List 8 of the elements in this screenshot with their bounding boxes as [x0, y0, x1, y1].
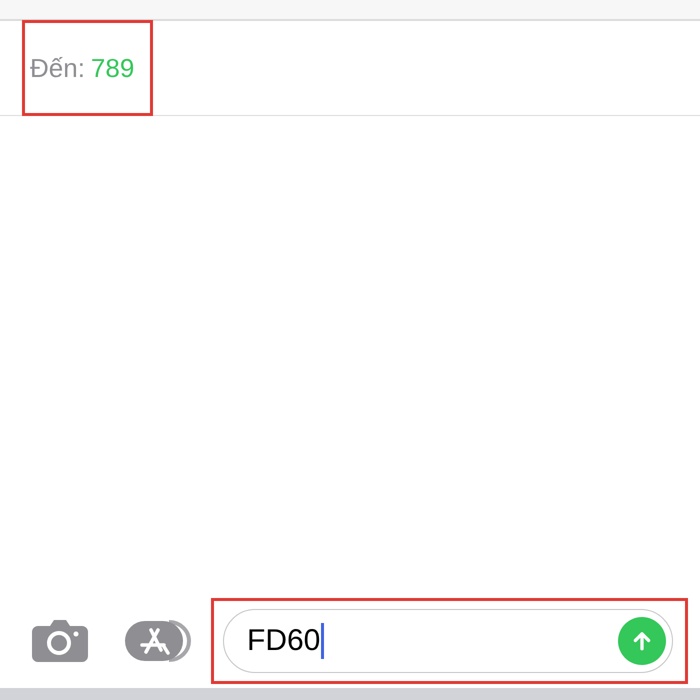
message-input-field[interactable]: FD60: [223, 608, 673, 672]
app-store-icon[interactable]: [125, 620, 191, 662]
arrow-up-icon: [631, 630, 653, 652]
message-text: FD60: [247, 624, 320, 658]
camera-icon[interactable]: [32, 620, 88, 662]
text-cursor: [321, 622, 324, 658]
to-label: Đến:: [30, 52, 85, 84]
send-button[interactable]: [618, 616, 666, 664]
